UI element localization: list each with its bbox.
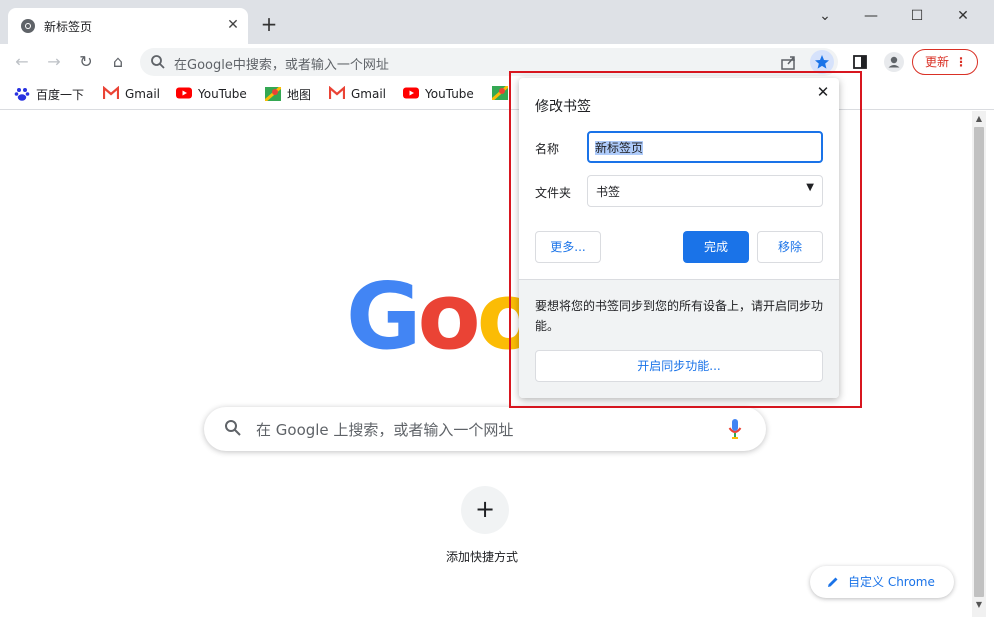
youtube-icon xyxy=(176,87,192,99)
update-label: 更新 xyxy=(925,55,950,69)
youtube-icon xyxy=(403,87,419,99)
turn-on-sync-button[interactable]: 开启同步功能... xyxy=(535,350,823,382)
bookmark-item[interactable]: 百度一下 xyxy=(14,86,84,104)
minimize-button[interactable]: — xyxy=(856,6,886,26)
bookmark-name-value: 新标签页 xyxy=(595,141,644,155)
bookmark-label: 百度一下 xyxy=(36,88,85,102)
maps-icon xyxy=(492,86,508,100)
plus-icon: + xyxy=(474,495,496,523)
name-label: 名称 xyxy=(535,142,560,156)
bookmark-item[interactable]: YouTube xyxy=(176,86,247,104)
more-button[interactable]: 更多... xyxy=(535,231,601,263)
bookmark-label: YouTube xyxy=(425,87,474,101)
maximize-button[interactable]: ☐ xyxy=(902,6,932,26)
close-window-button[interactable]: ✕ xyxy=(948,6,978,26)
bookmark-item[interactable]: 地图 xyxy=(265,86,311,104)
tab-title: 新标签页 xyxy=(44,20,93,34)
bookmark-item[interactable]: Gmail xyxy=(103,86,160,104)
pencil-icon xyxy=(828,577,838,587)
add-shortcut-button[interactable]: + xyxy=(461,486,509,534)
maps-icon xyxy=(265,87,281,101)
gmail-icon xyxy=(329,86,345,99)
person-icon xyxy=(888,56,900,68)
tab-search-icon[interactable]: ⌄ xyxy=(810,6,840,26)
bookmark-label: 地图 xyxy=(287,88,312,102)
remove-button[interactable]: 移除 xyxy=(757,231,823,263)
update-button[interactable]: 更新 ⋮ xyxy=(912,49,978,75)
sync-promo: 要想将您的书签同步到您的所有设备上，请开启同步功能。 开启同步功能... xyxy=(519,279,839,398)
gmail-icon xyxy=(103,86,119,99)
folder-label: 文件夹 xyxy=(535,186,572,200)
bookmark-label: Gmail xyxy=(351,87,387,101)
folder-value: 书签 xyxy=(596,185,621,199)
microphone-icon[interactable] xyxy=(728,418,742,440)
back-button[interactable]: ← xyxy=(10,50,34,74)
share-icon[interactable] xyxy=(780,54,798,70)
title-bar: 新标签页 ✕ + ⌄ — ☐ ✕ xyxy=(0,0,994,44)
side-panel-icon[interactable] xyxy=(852,54,868,70)
customize-chrome-button[interactable]: 自定义 Chrome xyxy=(810,566,954,598)
scroll-thumb[interactable] xyxy=(974,127,984,597)
folder-select[interactable]: 书签 ▼ xyxy=(587,175,823,207)
add-shortcut-label: 添加快捷方式 xyxy=(446,550,519,564)
scroll-down-icon[interactable]: ▼ xyxy=(975,601,983,609)
sync-promo-text: 要想将您的书签同步到您的所有设备上，请开启同步功能。 xyxy=(535,299,824,333)
address-placeholder: 在Google中搜索，或者输入一个网址 xyxy=(174,58,389,73)
profile-avatar[interactable] xyxy=(884,52,904,72)
reload-button[interactable]: ↻ xyxy=(74,50,98,74)
home-button[interactable]: ⌂ xyxy=(106,50,130,74)
scrollbar[interactable]: ▲ ▼ xyxy=(972,111,986,617)
more-menu-icon: ⋮ xyxy=(955,55,967,69)
close-tab-icon[interactable]: ✕ xyxy=(224,16,242,34)
ntp-search-placeholder: 在 Google 上搜索，或者输入一个网址 xyxy=(256,421,514,439)
bookmark-name-field[interactable]: 新标签页 xyxy=(587,131,823,163)
baidu-icon xyxy=(14,88,30,101)
search-icon xyxy=(151,55,165,69)
new-tab-button[interactable]: + xyxy=(258,14,280,36)
customize-label: 自定义 Chrome xyxy=(848,575,935,589)
close-icon[interactable]: ✕ xyxy=(815,84,831,100)
caret-down-icon: ▼ xyxy=(806,182,814,193)
bookmark-label: Gmail xyxy=(125,87,161,101)
bookmark-item[interactable]: Gmail xyxy=(329,86,386,104)
ntp-search-box[interactable]: 在 Google 上搜索，或者输入一个网址 xyxy=(204,407,766,451)
forward-button[interactable]: → xyxy=(42,50,66,74)
chrome-icon xyxy=(21,19,35,33)
done-button[interactable]: 完成 xyxy=(683,231,749,263)
bookmark-item[interactable]: YouTube xyxy=(403,86,474,104)
search-icon xyxy=(225,420,241,436)
scroll-up-icon[interactable]: ▲ xyxy=(975,115,983,123)
dialog-title: 修改书签 xyxy=(535,99,591,115)
bookmark-label: YouTube xyxy=(198,87,247,101)
edit-bookmark-dialog: 修改书签 ✕ 名称 新标签页 文件夹 书签 ▼ 更多... 完成 移除 要想将您… xyxy=(519,78,839,398)
tab-new-tab[interactable]: 新标签页 ✕ xyxy=(8,8,248,44)
